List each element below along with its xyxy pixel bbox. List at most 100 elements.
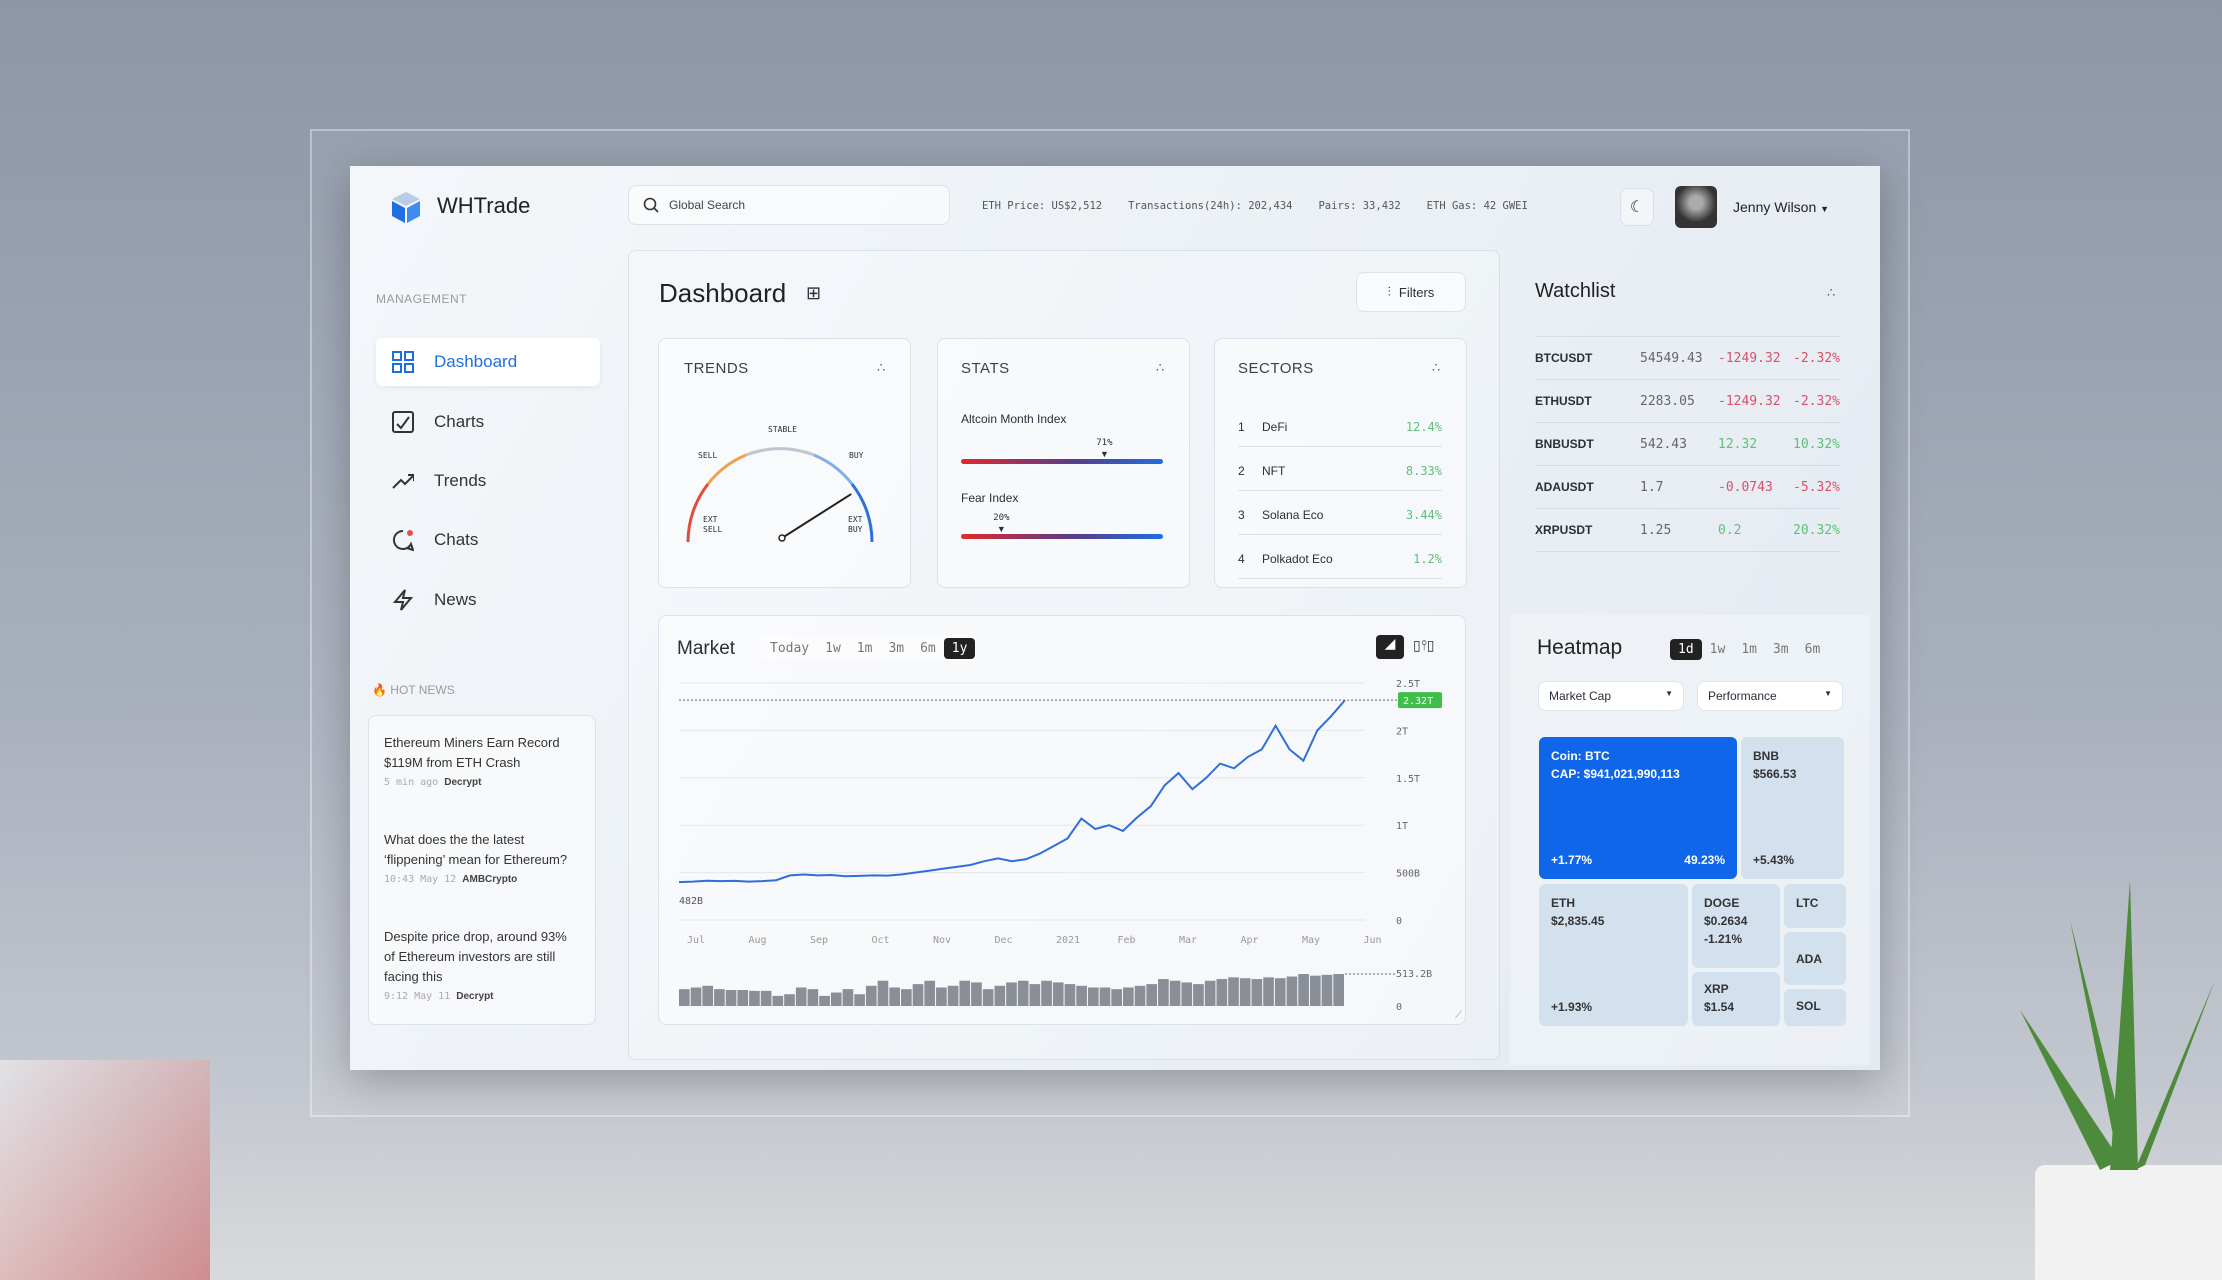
gauge-ext-sell-label: EXT SELL — [703, 515, 723, 534]
sector-row[interactable]: 4 Polkadot Eco 1.2% — [1238, 539, 1442, 579]
user-menu[interactable]: Jenny Wilson ▼ — [1733, 199, 1829, 215]
tile-cap: CAP: $941,021,990,113 — [1551, 767, 1680, 781]
sidebar-item-trends[interactable]: Trends — [376, 457, 600, 505]
sector-row[interactable]: 1 DeFi 12.4% — [1238, 407, 1442, 447]
sidebar-item-news[interactable]: News — [376, 576, 600, 624]
resize-handle-icon[interactable]: ⟋ — [1455, 1010, 1462, 1021]
fear-index-value: 20% — [993, 513, 1010, 523]
watchlist-row[interactable]: BTCUSDT 54549.43 -1249.32 -2.32% — [1535, 337, 1840, 380]
heatmap-tile-ltc[interactable]: LTC — [1784, 884, 1846, 928]
news-item[interactable]: What does the the latest ‘flippening’ me… — [370, 830, 595, 885]
heatmap-tile-btc[interactable]: Coin: BTC CAP: $941,021,990,113 +1.77% 49.2… — [1539, 737, 1737, 879]
tab-1y[interactable]: 1y — [943, 638, 976, 659]
heatmap-tile-doge[interactable]: DOGE $0.2634 -1.21% — [1692, 884, 1780, 968]
volume-bar — [1309, 975, 1321, 1006]
more-icon[interactable]: ∴ — [1827, 285, 1835, 301]
sidebar-item-charts[interactable]: Charts — [376, 398, 600, 446]
y-tick-label: 0 — [1396, 916, 1402, 927]
market-cap-select[interactable]: Market Cap ▼ — [1538, 681, 1684, 711]
pair-price: 1.7 — [1640, 479, 1664, 495]
news-time: 5 min ago — [384, 777, 439, 788]
sector-value: 12.4% — [1405, 419, 1442, 434]
sidebar-item-dashboard[interactable]: Dashboard — [376, 338, 600, 386]
avatar[interactable] — [1675, 186, 1717, 228]
sector-rank: 1 — [1238, 419, 1245, 434]
heatmap-tile-eth[interactable]: ETH $2,835.45 +1.93% — [1539, 884, 1688, 1026]
heatmap-tile-xrp[interactable]: XRP $1.54 — [1692, 972, 1780, 1026]
more-icon[interactable]: ∴ — [877, 360, 885, 376]
fire-icon: 🔥 — [372, 683, 387, 697]
heatmap-tile-ada[interactable]: ADA — [1784, 932, 1846, 985]
gauge-sell-label: SELL — [698, 451, 718, 460]
volume-bar — [725, 990, 737, 1006]
area-chart-toggle[interactable]: ◢ — [1376, 635, 1404, 659]
tab-1w[interactable]: 1w — [1702, 639, 1734, 660]
tile-coin: BNB — [1753, 749, 1779, 763]
volume-bar — [971, 982, 982, 1006]
heatmap-tile-bnb[interactable]: BNB $566.53 +5.43% — [1741, 737, 1844, 879]
volume-bar — [1158, 979, 1169, 1006]
news-source: Decrypt — [456, 991, 494, 1002]
watchlist-row[interactable]: ADAUSDT 1.7 -0.0743 -5.32% — [1535, 466, 1840, 509]
search-input[interactable]: Global Search — [628, 185, 950, 225]
pair-name: BTCUSDT — [1535, 351, 1593, 365]
theme-toggle-button[interactable]: ☾ — [1620, 188, 1654, 226]
heatmap-title: Heatmap — [1537, 636, 1623, 659]
pair-pct: -2.32% — [1793, 350, 1840, 366]
volume-bar — [959, 980, 971, 1006]
tab-1m[interactable]: 1m — [1733, 639, 1765, 660]
stats-title: STATS — [961, 360, 1010, 377]
tile-price: $2,835.45 — [1551, 914, 1605, 928]
watchlist-title: Watchlist — [1535, 280, 1616, 302]
volume-bar — [1251, 979, 1263, 1006]
tab-1w[interactable]: 1w — [817, 638, 849, 659]
sector-rank: 4 — [1238, 551, 1245, 566]
tab-1d[interactable]: 1d — [1670, 639, 1702, 660]
volume-bar — [1298, 974, 1309, 1006]
volume-bar — [795, 987, 807, 1006]
news-title: What does the the latest ‘flippening’ me… — [384, 832, 568, 867]
sector-row[interactable]: 2 NFT 8.33% — [1238, 451, 1442, 491]
more-icon[interactable]: ∴ — [1156, 360, 1164, 376]
volume-bar — [749, 990, 760, 1006]
y-tick-label: 1.5T — [1396, 774, 1420, 785]
tab-today[interactable]: Today — [762, 638, 817, 659]
tab-1m[interactable]: 1m — [849, 638, 881, 659]
chat-icon — [392, 529, 414, 551]
tile-coin: LTC — [1796, 896, 1819, 910]
pair-pct: 20.32% — [1793, 522, 1840, 538]
pair-price: 2283.05 — [1640, 393, 1695, 409]
tile-change: +1.93% — [1551, 1000, 1593, 1014]
watchlist-row[interactable]: BNBUSDT 542.43 12.32 10.32% — [1535, 423, 1840, 466]
performance-select[interactable]: Performance ▼ — [1697, 681, 1843, 711]
filters-button[interactable]: ⫶ Filters — [1356, 272, 1466, 312]
sector-rank: 3 — [1238, 507, 1245, 522]
page-title: Dashboard — [659, 278, 787, 308]
volume-bar — [1123, 987, 1134, 1006]
sector-rank: 2 — [1238, 463, 1245, 478]
sector-row[interactable]: 3 Solana Eco 3.44% — [1238, 495, 1442, 535]
volume-bar — [1076, 985, 1087, 1006]
area-chart-icon: ◢ — [1384, 635, 1396, 651]
volume-bar — [1134, 985, 1146, 1006]
search-icon — [643, 197, 659, 213]
heatmap-tile-sol[interactable]: SOL — [1784, 989, 1846, 1026]
x-tick-label: Apr — [1241, 935, 1259, 946]
candlestick-chart-toggle[interactable]: ▯⫯▯ — [1413, 637, 1435, 654]
volume-bar — [784, 994, 795, 1006]
volume-bar — [714, 989, 725, 1006]
more-icon[interactable]: ∴ — [1432, 360, 1440, 376]
news-item[interactable]: Ethereum Miners Earn Record $119M from E… — [370, 733, 595, 788]
x-tick-label: 2021 — [1056, 935, 1080, 946]
pair-change: 12.32 — [1718, 436, 1758, 452]
add-widget-icon[interactable]: ⊞ — [806, 283, 821, 304]
news-item[interactable]: Despite price drop, around 93% of Ethere… — [370, 927, 595, 1002]
watchlist-row[interactable]: ETHUSDT 2283.05 -1249.32 -2.32% — [1535, 380, 1840, 423]
tab-6m[interactable]: 6m — [912, 638, 944, 659]
tab-3m[interactable]: 3m — [1765, 639, 1797, 660]
tab-6m[interactable]: 6m — [1797, 639, 1829, 660]
tab-3m[interactable]: 3m — [880, 638, 912, 659]
sidebar-item-chats[interactable]: Chats — [376, 516, 600, 564]
watchlist-row[interactable]: XRPUSDT 1.25 0.2 20.32% — [1535, 509, 1840, 552]
volume-bar — [1169, 980, 1181, 1006]
